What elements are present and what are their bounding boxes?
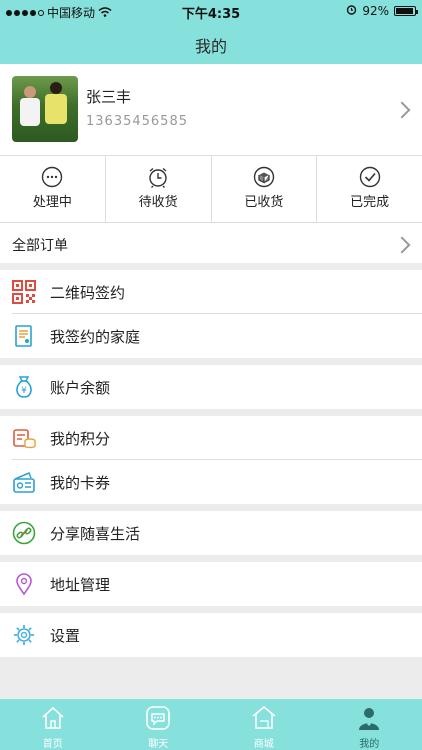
contract-icon xyxy=(15,325,32,347)
tab-chat[interactable]: 聊天 xyxy=(106,699,212,750)
menu-item-label: 二维码签约 xyxy=(50,284,126,302)
alarm-icon xyxy=(346,4,357,18)
profile-name: 张三丰 xyxy=(86,88,132,106)
box-received-icon xyxy=(253,166,275,188)
gear-icon xyxy=(14,625,34,645)
alarm-clock-icon xyxy=(149,167,167,188)
menu-item-label: 我的卡券 xyxy=(50,474,111,492)
tab-profile[interactable]: 我的 xyxy=(317,699,422,750)
ellipsis-circle-icon xyxy=(42,166,63,188)
avatar[interactable] xyxy=(12,76,78,142)
header: 中国移动 下午4:35 92% 我的 xyxy=(0,0,422,64)
menu-item-signed-families[interactable]: 我签约的家庭 xyxy=(0,314,422,358)
bottom-tab-bar: 首页 聊天 商城 我的 xyxy=(0,699,422,750)
svg-text:¥: ¥ xyxy=(21,386,27,396)
battery-icon xyxy=(394,6,418,16)
menu-item-label: 我签约的家庭 xyxy=(50,328,141,346)
tab-mall[interactable]: 商城 xyxy=(211,699,317,750)
tab-label: 我的 xyxy=(359,739,380,750)
menu-item-address[interactable]: 地址管理 xyxy=(0,562,422,606)
coupon-icon xyxy=(13,472,35,493)
money-bag-icon: ¥ xyxy=(16,376,32,398)
menu-item-label: 设置 xyxy=(50,627,81,645)
location-pin-icon xyxy=(16,573,32,596)
all-orders-label: 全部订单 xyxy=(12,238,68,254)
profile-phone: 13635456585 xyxy=(86,114,188,129)
battery-percent: 92% xyxy=(362,4,389,18)
page-title: 我的 xyxy=(194,37,227,56)
home-icon xyxy=(42,706,64,729)
order-tab-processing[interactable]: 处理中 xyxy=(0,156,106,222)
tab-label: 聊天 xyxy=(148,739,169,750)
profile-icon xyxy=(359,708,380,730)
menu-item-label: 账户余额 xyxy=(50,379,111,397)
qrcode-icon xyxy=(12,280,36,304)
order-tab-pending[interactable]: 待收货 xyxy=(106,156,212,222)
check-circle-icon xyxy=(359,166,380,188)
menu-item-label: 分享随喜生活 xyxy=(50,525,141,543)
menu-item-my-points[interactable]: 我的积分 xyxy=(0,416,422,460)
profile-card[interactable]: 张三丰 13635456585 xyxy=(0,64,422,156)
menu-item-my-coupons[interactable]: 我的卡券 xyxy=(0,460,422,504)
points-coins-icon xyxy=(13,429,36,449)
menu-item-share[interactable]: 分享随喜生活 xyxy=(0,511,422,555)
order-tab-completed[interactable]: 已完成 xyxy=(317,156,422,222)
order-tab-received[interactable]: 已收货 xyxy=(212,156,318,222)
order-tab-label: 待收货 xyxy=(138,195,178,210)
order-status-bar: 处理中 待收货 已收货 已完成 xyxy=(0,156,422,223)
tab-home[interactable]: 首页 xyxy=(0,699,106,750)
chat-icon xyxy=(146,706,171,730)
all-orders-row[interactable]: 全部订单 xyxy=(0,223,422,263)
status-bar: 中国移动 下午4:35 92% xyxy=(0,0,422,22)
chevron-right-icon xyxy=(393,236,411,254)
mall-icon xyxy=(252,705,276,729)
share-link-icon xyxy=(12,521,36,545)
order-tab-label: 已完成 xyxy=(350,195,390,210)
order-tab-label: 处理中 xyxy=(32,195,72,210)
chevron-right-icon xyxy=(393,101,411,119)
menu-item-label: 地址管理 xyxy=(50,576,111,594)
order-tab-label: 已收货 xyxy=(244,195,284,210)
tab-label: 首页 xyxy=(42,739,63,750)
tab-label: 商城 xyxy=(253,739,274,750)
menu-item-account-balance[interactable]: ¥ 账户余额 xyxy=(0,365,422,409)
menu-item-qrcode-sign[interactable]: 二维码签约 xyxy=(0,270,422,314)
menu-item-label: 我的积分 xyxy=(50,430,111,448)
menu-item-settings[interactable]: 设置 xyxy=(0,613,422,657)
